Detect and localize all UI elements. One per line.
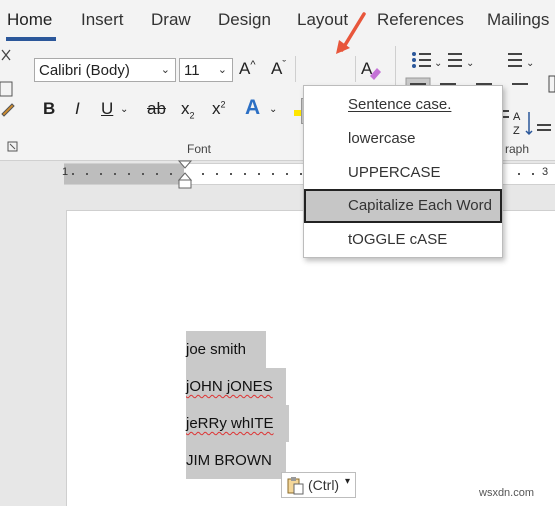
chevron-down-icon: ▾ [345, 476, 351, 487]
annotation-arrow-icon [336, 12, 366, 54]
tab-draw[interactable]: Draw [151, 10, 191, 30]
font-size-value: 11 [184, 62, 200, 79]
ruler-number: 3 [542, 166, 549, 178]
shrink-font-icon: A [271, 59, 283, 78]
tab-references[interactable]: References [377, 10, 464, 30]
svg-text:A: A [513, 111, 521, 123]
chevron-down-icon: ⌄ [160, 64, 170, 76]
menu-item-label: Capitalize Each Word [348, 197, 492, 214]
svg-text:⌄: ⌄ [466, 58, 474, 69]
text-effects-button[interactable]: A [245, 96, 260, 120]
active-tab-indicator [6, 37, 56, 41]
paste-options-button[interactable]: (Ctrl) ▾ [281, 472, 356, 498]
menu-item-lowercase[interactable]: lowercase [304, 122, 502, 156]
document-line[interactable]: jeRRy whITE [186, 405, 289, 442]
chevron-down-icon[interactable]: ⌄ [269, 104, 277, 115]
font-group-label: Font [187, 142, 212, 156]
font-name-combo[interactable]: Calibri (Body) ⌄ [34, 58, 176, 82]
document-line[interactable]: JIM BROWN [186, 442, 286, 479]
tab-mailings[interactable]: Mailings [487, 10, 549, 30]
ribbon-tab-bar: Home Insert Draw Design Layout Reference… [0, 0, 555, 42]
document-line-text: joe smith [186, 341, 247, 358]
menu-item-sentence-case[interactable]: Sentence case. [304, 88, 502, 122]
menu-item-capitalize-each-word[interactable]: Capitalize Each Word [304, 189, 502, 223]
strikethrough-button[interactable]: ab [147, 99, 166, 119]
tab-home[interactable]: Home [7, 10, 52, 30]
subscript-icon: x [181, 99, 190, 118]
menu-item-uppercase[interactable]: UPPERCASE [304, 156, 502, 190]
subscript-button[interactable]: x2 [181, 99, 195, 120]
superscript-icon: x [212, 99, 221, 118]
document-line-text: jOHN jONES [186, 378, 273, 395]
menu-item-label: UPPERCASE [348, 164, 441, 181]
document-line-text: JIM BROWN [186, 452, 272, 469]
menu-item-label: lowercase [348, 130, 416, 147]
change-case-menu: Sentence case. lowercase UPPERCASE Capit… [303, 85, 503, 258]
svg-text:⌄: ⌄ [434, 58, 442, 69]
document-line[interactable]: joe smith [186, 331, 266, 368]
document-line-text: jeRRy whITE [186, 415, 274, 432]
tab-insert[interactable]: Insert [81, 10, 124, 30]
clipboard-icon [287, 477, 304, 495]
svg-text:⌄: ⌄ [526, 58, 534, 69]
paragraph-group-label: raph [505, 142, 530, 156]
grow-font-icon: A [239, 59, 251, 78]
sort-icon[interactable]: A Z [499, 106, 539, 140]
indent-marker-icon[interactable] [178, 160, 192, 190]
ruler-number: 1 [62, 166, 69, 178]
divider [295, 56, 296, 82]
watermark: wsxdn.com [479, 487, 535, 499]
italic-button[interactable]: I [75, 99, 80, 119]
shrink-font-button[interactable]: Aˇ [271, 59, 286, 79]
chevron-down-icon: ⌄ [217, 64, 227, 76]
paste-options-label: (Ctrl) [308, 477, 340, 493]
menu-item-label: Sentence case. [348, 96, 452, 113]
underline-button[interactable]: U [101, 99, 113, 119]
tab-design[interactable]: Design [218, 10, 271, 30]
menu-item-toggle-case[interactable]: tOGGLE cASE [304, 223, 502, 257]
clipboard-group-icons [0, 49, 18, 152]
svg-text:Z: Z [513, 125, 520, 137]
grow-font-button[interactable]: A^ [239, 59, 256, 79]
font-name-value: Calibri (Body) [39, 62, 130, 79]
show-marks-icon-partial[interactable] [537, 122, 555, 136]
document-line[interactable]: jOHN jONES [186, 368, 286, 405]
bold-button[interactable]: B [43, 99, 55, 119]
menu-item-label: tOGGLE cASE [348, 231, 448, 248]
font-size-combo[interactable]: 11 ⌄ [179, 58, 233, 82]
chevron-down-icon[interactable]: ⌄ [120, 104, 128, 115]
superscript-button[interactable]: x2 [212, 99, 226, 119]
